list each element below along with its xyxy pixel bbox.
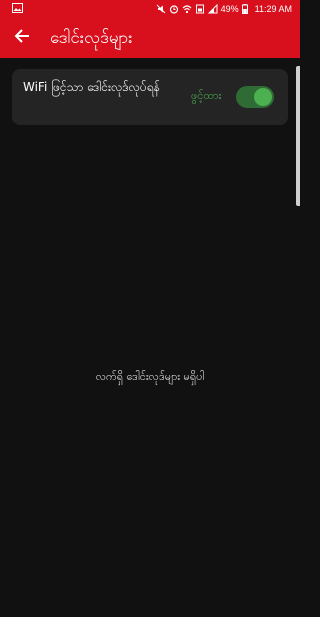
wifi-icon <box>182 4 192 14</box>
battery-percent: 49% <box>220 4 239 14</box>
arrow-left-icon <box>14 28 30 48</box>
empty-state-message: လက်ရှိ ဒေါင်းလုဒ်များ မရှိပါ <box>95 370 205 383</box>
signal-icon <box>207 3 218 14</box>
status-icons: 49% 11:29 AM <box>156 2 292 16</box>
page-title: ဒေါင်းလုဒ်များ <box>50 28 133 48</box>
gallery-icon <box>12 3 23 13</box>
clock: 11:29 AM <box>254 4 292 14</box>
app-bar: ဒေါင်းလုဒ်များ <box>0 18 300 58</box>
status-bar: 49% 11:29 AM <box>0 0 300 18</box>
sim-icon <box>195 4 205 14</box>
scrollbar[interactable] <box>296 66 300 206</box>
setting-label: WiFi ဖြင့်သာ ဒေါင်းလုဒ်လုပ်ရန် <box>23 80 160 94</box>
mute-icon <box>156 4 166 14</box>
toggle-knob <box>254 88 272 106</box>
wifi-only-download-setting[interactable]: WiFi ဖြင့်သာ ဒေါင်းလုဒ်လုပ်ရန် ဖွင့်ထား <box>12 69 288 125</box>
toggle-state-label: ဖွင့်ထား <box>191 89 222 102</box>
wifi-only-toggle[interactable] <box>236 86 274 108</box>
back-button[interactable] <box>8 24 36 52</box>
alarm-icon <box>169 4 179 14</box>
battery-icon <box>241 4 252 14</box>
